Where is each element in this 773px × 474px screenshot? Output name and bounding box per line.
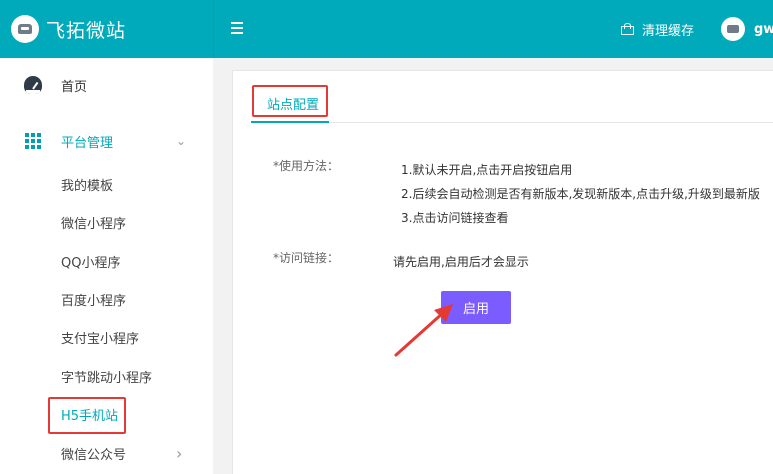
username: gw (754, 21, 773, 37)
sidebar-item-label: 字节跳动小程序 (61, 370, 153, 386)
menu-toggle-icon[interactable] (231, 22, 243, 35)
grid-icon (25, 133, 41, 149)
sidebar-item-my-templates[interactable]: 我的模板 (0, 165, 213, 203)
sidebar-item-label: 首页 (61, 79, 88, 95)
sidebar-item-label: 微信小程序 (61, 216, 127, 232)
sidebar-item-wechat-miniprogram[interactable]: 微信小程序 (0, 203, 213, 241)
main-panel: 站点配置 *使用方法： 1.默认未开启,点击开启按钮启用 2.后续会自动检测是否… (232, 70, 773, 474)
chevron-right-icon: › (176, 443, 183, 463)
highlight-box-tab (252, 85, 328, 117)
usage-label: *使用方法： (273, 159, 340, 173)
brand[interactable]: 飞拓微站 (0, 0, 213, 58)
highlight-box-h5 (48, 397, 126, 434)
tab-active-underline (251, 121, 329, 123)
basket-icon (621, 23, 634, 35)
avatar (721, 17, 745, 41)
clear-cache-label: 清理缓存 (642, 23, 695, 39)
sidebar-item-label: 平台管理 (61, 135, 114, 151)
usage-line-1: 1.默认未开启,点击开启按钮启用 (401, 163, 573, 177)
usage-line-2: 2.后续会自动检测是否有新版本,发现新版本,点击升级,升级到最新版 (401, 187, 760, 201)
brand-title: 飞拓微站 (46, 19, 127, 42)
access-link-value: 请先启用,启用后才会显示 (393, 255, 529, 269)
sidebar-item-label: 支付宝小程序 (61, 331, 140, 347)
sidebar-item-label: 微信公众号 (61, 447, 127, 463)
sidebar-item-qq-miniprogram[interactable]: QQ小程序 (0, 242, 213, 280)
sidebar-item-label: 百度小程序 (61, 293, 127, 309)
sidebar-item-home[interactable]: 首页 (0, 66, 213, 104)
sidebar-item-alipay-miniprogram[interactable]: 支付宝小程序 (0, 318, 213, 356)
sidebar-item-platform-management[interactable]: 平台管理 ⌄ (0, 122, 213, 160)
divider (213, 0, 214, 58)
top-bar: 飞拓微站 清理缓存 gw (0, 0, 773, 58)
sidebar: 首页 平台管理 ⌄ 我的模板 微信小程序 QQ小程序 百度小程序 支付宝小程序 … (0, 58, 213, 474)
clear-cache-button[interactable]: 清理缓存 (621, 18, 694, 40)
annotation-arrow-icon (394, 304, 453, 357)
access-link-label: *访问链接： (273, 251, 340, 265)
sidebar-item-wechat-official-account[interactable]: 微信公众号 › (0, 434, 213, 472)
sidebar-item-label: 我的模板 (61, 178, 114, 194)
tab-bar-line (251, 122, 773, 123)
sidebar-item-baidu-miniprogram[interactable]: 百度小程序 (0, 280, 213, 318)
usage-line-3: 3.点击访问链接查看 (401, 211, 509, 225)
dashboard-icon (24, 76, 42, 94)
brand-logo (11, 15, 39, 43)
user-menu[interactable]: gw (721, 17, 773, 41)
chevron-down-icon: ⌄ (176, 134, 187, 148)
sidebar-item-label: QQ小程序 (61, 255, 121, 271)
sidebar-item-bytedance-miniprogram[interactable]: 字节跳动小程序 (0, 357, 213, 395)
